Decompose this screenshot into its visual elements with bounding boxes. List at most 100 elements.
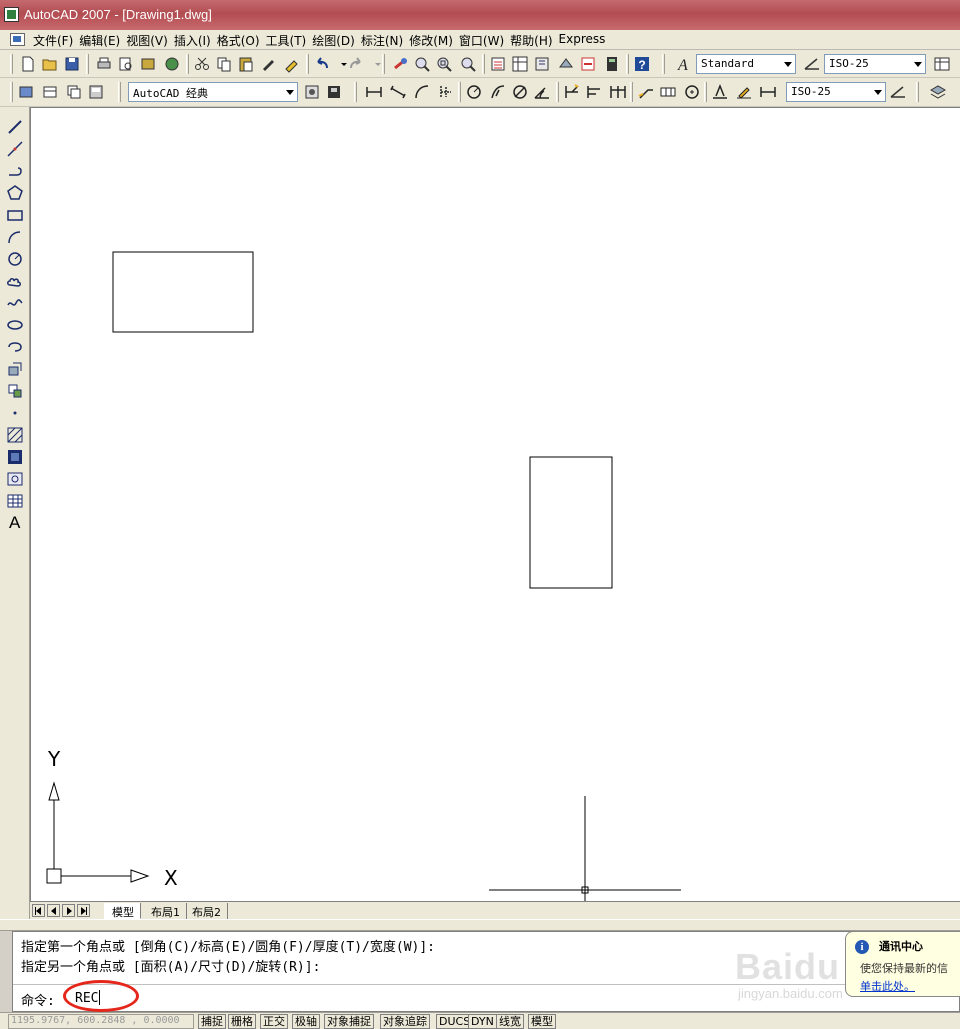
- arc-icon[interactable]: [5, 227, 25, 247]
- markup-icon[interactable]: [578, 54, 598, 74]
- point-icon[interactable]: [5, 403, 25, 423]
- multiline-text-icon[interactable]: A: [5, 513, 25, 533]
- first-tab-icon[interactable]: [32, 904, 45, 917]
- workspace-dropdown[interactable]: AutoCAD 经典: [128, 82, 298, 102]
- workspace-save-icon[interactable]: [324, 82, 344, 102]
- ellipse-icon[interactable]: [5, 315, 25, 335]
- dim-style-dropdown[interactable]: ISO-25: [824, 54, 926, 74]
- workspace-icon-4[interactable]: [86, 82, 106, 102]
- lineweight-toggle[interactable]: 线宽: [496, 1014, 524, 1029]
- dimension-text-edit-icon[interactable]: [734, 82, 754, 102]
- snap-toggle[interactable]: 捕捉: [198, 1014, 226, 1029]
- hatch-icon[interactable]: [5, 425, 25, 445]
- dimension-update-icon[interactable]: [758, 82, 778, 102]
- continue-dimension-icon[interactable]: [608, 82, 628, 102]
- help-icon[interactable]: ?: [632, 54, 652, 74]
- paste-icon[interactable]: [236, 54, 256, 74]
- polyline-icon[interactable]: [5, 161, 25, 181]
- polar-toggle[interactable]: 极轴: [292, 1014, 320, 1029]
- otrack-toggle[interactable]: 对象追踪: [380, 1014, 430, 1029]
- workspace-icon-3[interactable]: [64, 82, 84, 102]
- insert-block-icon[interactable]: [5, 359, 25, 379]
- tolerance-icon[interactable]: [658, 82, 678, 102]
- aligned-dimension-icon[interactable]: [388, 82, 408, 102]
- match-properties-icon[interactable]: [258, 54, 278, 74]
- menu-modify[interactable]: 修改(M): [409, 32, 459, 49]
- next-tab-icon[interactable]: [62, 904, 75, 917]
- circle-icon[interactable]: [5, 249, 25, 269]
- menu-help[interactable]: 帮助(H): [510, 32, 558, 49]
- menu-window[interactable]: 窗口(W): [459, 32, 510, 49]
- dimension-edit-icon[interactable]: [710, 82, 730, 102]
- dimension-style-manager-icon[interactable]: [888, 82, 908, 102]
- menu-insert[interactable]: 插入(I): [174, 32, 217, 49]
- dyn-toggle[interactable]: DYN: [468, 1014, 497, 1029]
- construction-line-icon[interactable]: [5, 139, 25, 159]
- quick-dimension-icon[interactable]: [562, 82, 582, 102]
- model-toggle[interactable]: 模型: [528, 1014, 556, 1029]
- jogged-dimension-icon[interactable]: [488, 82, 508, 102]
- dim-style-icon[interactable]: [802, 54, 822, 74]
- linear-dimension-icon[interactable]: [364, 82, 384, 102]
- undo-dropdown-icon[interactable]: [334, 54, 347, 74]
- tab-layout2[interactable]: 布局2: [184, 903, 228, 919]
- text-style-icon[interactable]: A: [674, 54, 694, 74]
- cut-icon[interactable]: [192, 54, 212, 74]
- autocad-app-icon[interactable]: [4, 7, 19, 22]
- communication-center-balloon[interactable]: i 通讯中心 使您保持最新的信 单击此处。: [845, 931, 960, 997]
- arc-length-icon[interactable]: [412, 82, 432, 102]
- layer-properties-icon[interactable]: [928, 82, 948, 102]
- polygon-icon[interactable]: [5, 183, 25, 203]
- toolbar-grip[interactable]: [10, 82, 13, 102]
- menu-edit[interactable]: 编辑(E): [79, 32, 126, 49]
- rectangle-icon[interactable]: [5, 205, 25, 225]
- center-mark-icon[interactable]: [682, 82, 702, 102]
- zoom-realtime-icon[interactable]: [412, 54, 432, 74]
- menu-draw[interactable]: 绘图(D): [312, 32, 361, 49]
- properties-icon[interactable]: [488, 54, 508, 74]
- radius-dimension-icon[interactable]: [464, 82, 484, 102]
- spline-icon[interactable]: [5, 293, 25, 313]
- zoom-window-icon[interactable]: [434, 54, 454, 74]
- zoom-previous-icon[interactable]: [458, 54, 478, 74]
- menu-tools[interactable]: 工具(T): [266, 32, 313, 49]
- make-block-icon[interactable]: [5, 381, 25, 401]
- copy-icon[interactable]: [214, 54, 234, 74]
- redo-dropdown-icon[interactable]: [368, 54, 381, 74]
- ordinate-dimension-icon[interactable]: [436, 82, 456, 102]
- last-tab-icon[interactable]: [77, 904, 90, 917]
- grid-toggle[interactable]: 栅格: [228, 1014, 256, 1029]
- region-icon[interactable]: [5, 469, 25, 489]
- redo-icon[interactable]: [346, 54, 366, 74]
- undo-icon[interactable]: [312, 54, 332, 74]
- tab-model[interactable]: 模型: [104, 903, 141, 919]
- diameter-dimension-icon[interactable]: [510, 82, 530, 102]
- open-file-icon[interactable]: [40, 54, 60, 74]
- drawing-canvas[interactable]: Y X: [30, 107, 960, 901]
- dimension-style-dropdown[interactable]: ISO-25: [786, 82, 886, 102]
- menu-format[interactable]: 格式(O): [217, 32, 266, 49]
- workspace-icon-2[interactable]: [40, 82, 60, 102]
- line-tool-icon[interactable]: [5, 117, 25, 137]
- leader-icon[interactable]: [636, 82, 656, 102]
- workspace-settings-icon[interactable]: [302, 82, 322, 102]
- tool-palettes-icon[interactable]: [532, 54, 552, 74]
- rectangle-shape-2[interactable]: [529, 456, 613, 589]
- baseline-dimension-icon[interactable]: [584, 82, 604, 102]
- new-file-icon[interactable]: [18, 54, 38, 74]
- notification-link[interactable]: 单击此处。: [860, 978, 915, 994]
- design-center-icon[interactable]: [510, 54, 530, 74]
- osnap-toggle[interactable]: 对象捕捉: [324, 1014, 374, 1029]
- previous-tab-icon[interactable]: [47, 904, 60, 917]
- table-icon[interactable]: [5, 491, 25, 511]
- menu-express[interactable]: Express: [559, 32, 612, 49]
- pan-icon[interactable]: [390, 54, 410, 74]
- plot-preview-icon[interactable]: [116, 54, 136, 74]
- command-splitter[interactable]: [0, 919, 960, 931]
- angular-dimension-icon[interactable]: [532, 82, 552, 102]
- rectangle-shape-1[interactable]: [112, 251, 254, 333]
- ellipse-arc-icon[interactable]: [5, 337, 25, 357]
- ortho-toggle[interactable]: 正交: [260, 1014, 288, 1029]
- gradient-icon[interactable]: [5, 447, 25, 467]
- revision-cloud-icon[interactable]: [5, 271, 25, 291]
